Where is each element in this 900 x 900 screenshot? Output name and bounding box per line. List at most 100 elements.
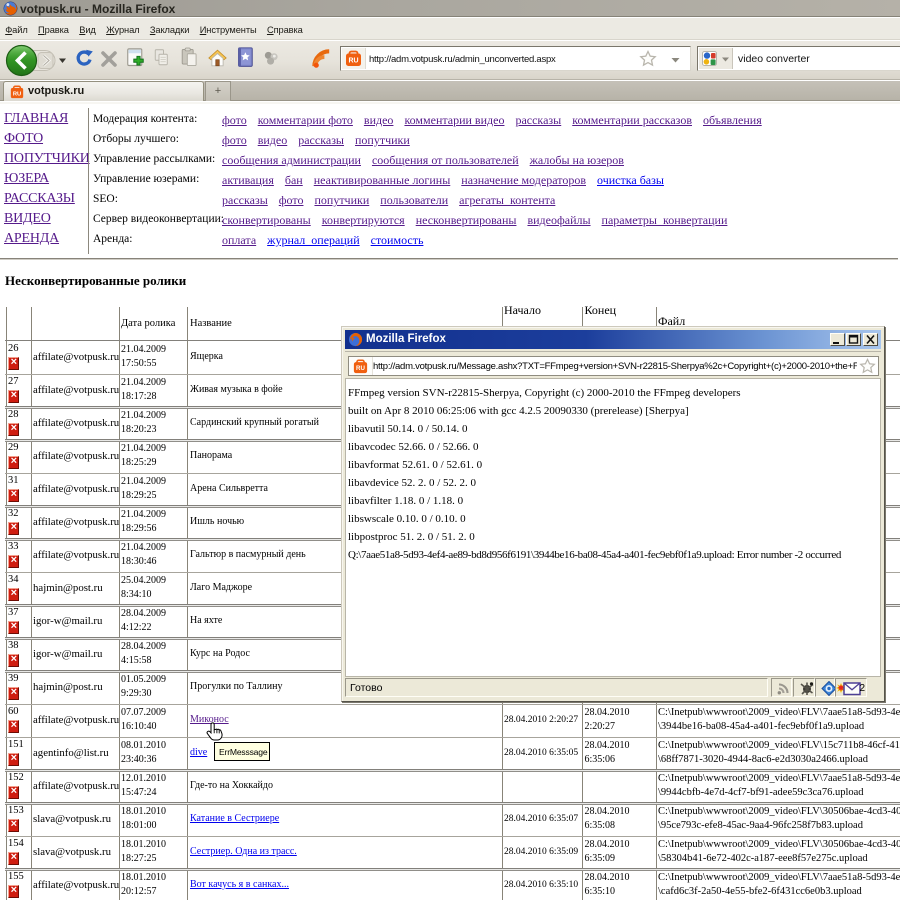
maximize-button[interactable] [846, 333, 861, 346]
admin-link[interactable]: сообщения от пользователей [372, 153, 519, 167]
nav-аренда[interactable]: АРЕНДА [4, 231, 90, 251]
status-geo-panel[interactable] [815, 678, 837, 697]
menu-1[interactable]: Правка [33, 18, 74, 35]
delete-button[interactable] [8, 455, 19, 469]
row-title-link[interactable]: Вот качусь я в санках... [190, 879, 289, 890]
menu-2[interactable]: Вид [74, 18, 101, 35]
nav-попутчики[interactable]: ПОПУТЧИКИ [4, 151, 90, 171]
admin-link[interactable]: рассказы [222, 193, 268, 207]
admin-link[interactable]: назначение модераторов [461, 173, 586, 187]
delete-button[interactable] [8, 389, 19, 403]
delete-button[interactable] [8, 851, 19, 865]
bookmark-star-icon[interactable] [639, 50, 657, 68]
admin-link[interactable]: фото [279, 193, 304, 207]
search-engine-button[interactable] [699, 48, 733, 69]
delete-button[interactable] [8, 719, 19, 733]
menu-4[interactable]: Закладки [145, 18, 195, 35]
admin-link[interactable]: пользователи [380, 193, 448, 207]
row-title-link[interactable]: Катание в Сестриере [190, 813, 279, 824]
admin-link[interactable]: комментарии видео [404, 113, 504, 127]
admin-link[interactable]: комментарии рассказов [572, 113, 692, 127]
admin-link[interactable]: очистка базы [597, 173, 664, 187]
status-rss-panel[interactable] [771, 678, 792, 697]
admin-link[interactable]: фото [222, 133, 247, 147]
url-bar[interactable]: RU http://adm.votpusk.ru/admin_unconvert… [340, 46, 691, 71]
delete-button[interactable] [8, 785, 19, 799]
delete-button[interactable] [8, 587, 19, 601]
admin-link[interactable]: попутчики [314, 193, 369, 207]
menu-3[interactable]: Журнал [101, 18, 145, 35]
nav-рассказы[interactable]: РАССКАЗЫ [4, 191, 90, 211]
popup-titlebar[interactable]: Mozilla Firefox [345, 330, 881, 349]
admin-link[interactable]: видео [258, 133, 288, 147]
admin-link[interactable]: конвертируются [322, 213, 405, 227]
nav-фото[interactable]: ФОТО [4, 131, 90, 151]
admin-link[interactable]: жалобы на юзеров [530, 153, 624, 167]
admin-link[interactable]: рассказы [298, 133, 344, 147]
row-title-link[interactable]: Сестриер. Одна из трасс. [190, 846, 297, 857]
nav-юзера[interactable]: ЮЗЕРА [4, 171, 90, 191]
delete-button[interactable] [8, 686, 19, 700]
popup-site-button[interactable]: RU [349, 357, 373, 375]
admin-link[interactable]: бан [285, 173, 303, 187]
delete-button[interactable] [8, 884, 19, 898]
tab-votpusk[interactable]: RU votpusk.ru [3, 81, 204, 101]
url-dropdown-button[interactable] [670, 56, 681, 64]
admin-link[interactable]: стоимость [371, 233, 424, 247]
admin-link[interactable]: параметры_конвертации [602, 213, 728, 227]
reload-button[interactable] [74, 49, 94, 69]
admin-link[interactable]: активация [222, 173, 274, 187]
url-input[interactable]: http://adm.votpusk.ru/admin_unconverted.… [369, 54, 556, 65]
admin-link[interactable]: видеофайлы [527, 213, 590, 227]
popup-url-input[interactable]: http://adm.votpusk.ru/Message.ashx?TXT=F… [373, 361, 857, 372]
close-button[interactable] [863, 333, 878, 346]
stop-button[interactable] [100, 50, 118, 68]
status-adblock-panel[interactable] [793, 678, 815, 697]
admin-link[interactable]: несконвертированы [416, 213, 517, 227]
admin-link[interactable]: объявления [703, 113, 762, 127]
delete-button[interactable] [8, 356, 19, 370]
delete-button[interactable] [8, 521, 19, 535]
popup-window[interactable]: Mozilla Firefox RU http://adm.votpusk.ru… [341, 326, 885, 702]
delete-button[interactable] [8, 818, 19, 832]
popup-bookmark-star-icon[interactable] [859, 358, 876, 375]
delete-button[interactable] [8, 653, 19, 667]
rss-button[interactable] [311, 47, 333, 70]
row-title-link[interactable]: dive [190, 747, 207, 758]
admin-link[interactable]: попутчики [355, 133, 410, 147]
minimize-button[interactable] [830, 333, 845, 346]
menu-6[interactable]: Справка [262, 18, 308, 35]
admin-link[interactable]: фото [222, 113, 247, 127]
new-tab-button[interactable] [126, 47, 147, 70]
nav-главная[interactable]: ГЛАВНАЯ [4, 111, 90, 131]
delete-button[interactable] [8, 554, 19, 568]
admin-link[interactable]: агрегаты_контента [459, 193, 555, 207]
search-input[interactable]: video converter [738, 53, 810, 65]
bookmarks-button[interactable] [236, 47, 254, 68]
row-num: 31 [8, 475, 19, 486]
admin-link[interactable]: сообщения администрации [222, 153, 361, 167]
sync-button[interactable] [263, 51, 279, 66]
admin-link[interactable]: видео [364, 113, 394, 127]
admin-link[interactable]: комментарии фото [258, 113, 353, 127]
home-button[interactable] [208, 49, 227, 67]
copy-button[interactable] [153, 48, 171, 68]
site-identity-button[interactable]: RU [342, 48, 366, 69]
nav-видео[interactable]: ВИДЕО [4, 211, 90, 231]
paste-button[interactable] [180, 47, 199, 68]
popup-url-bar[interactable]: RU http://adm.votpusk.ru/Message.ashx?TX… [348, 356, 879, 376]
admin-link[interactable]: журнал_операций [267, 233, 359, 247]
delete-button[interactable] [8, 752, 19, 766]
delete-button[interactable] [8, 620, 19, 634]
delete-button[interactable] [8, 422, 19, 436]
admin-link[interactable]: сконвертированы [222, 213, 311, 227]
search-box[interactable]: video converter [697, 46, 900, 71]
admin-link[interactable]: неактивированные логины [314, 173, 451, 187]
admin-link[interactable]: оплата [222, 233, 256, 247]
status-mail-panel[interactable]: 2 [835, 678, 867, 697]
admin-link[interactable]: рассказы [515, 113, 561, 127]
new-tab-plus-button[interactable]: + [205, 81, 231, 101]
menu-0[interactable]: Файл [0, 18, 33, 35]
menu-5[interactable]: Инструменты [195, 18, 262, 35]
delete-button[interactable] [8, 488, 19, 502]
